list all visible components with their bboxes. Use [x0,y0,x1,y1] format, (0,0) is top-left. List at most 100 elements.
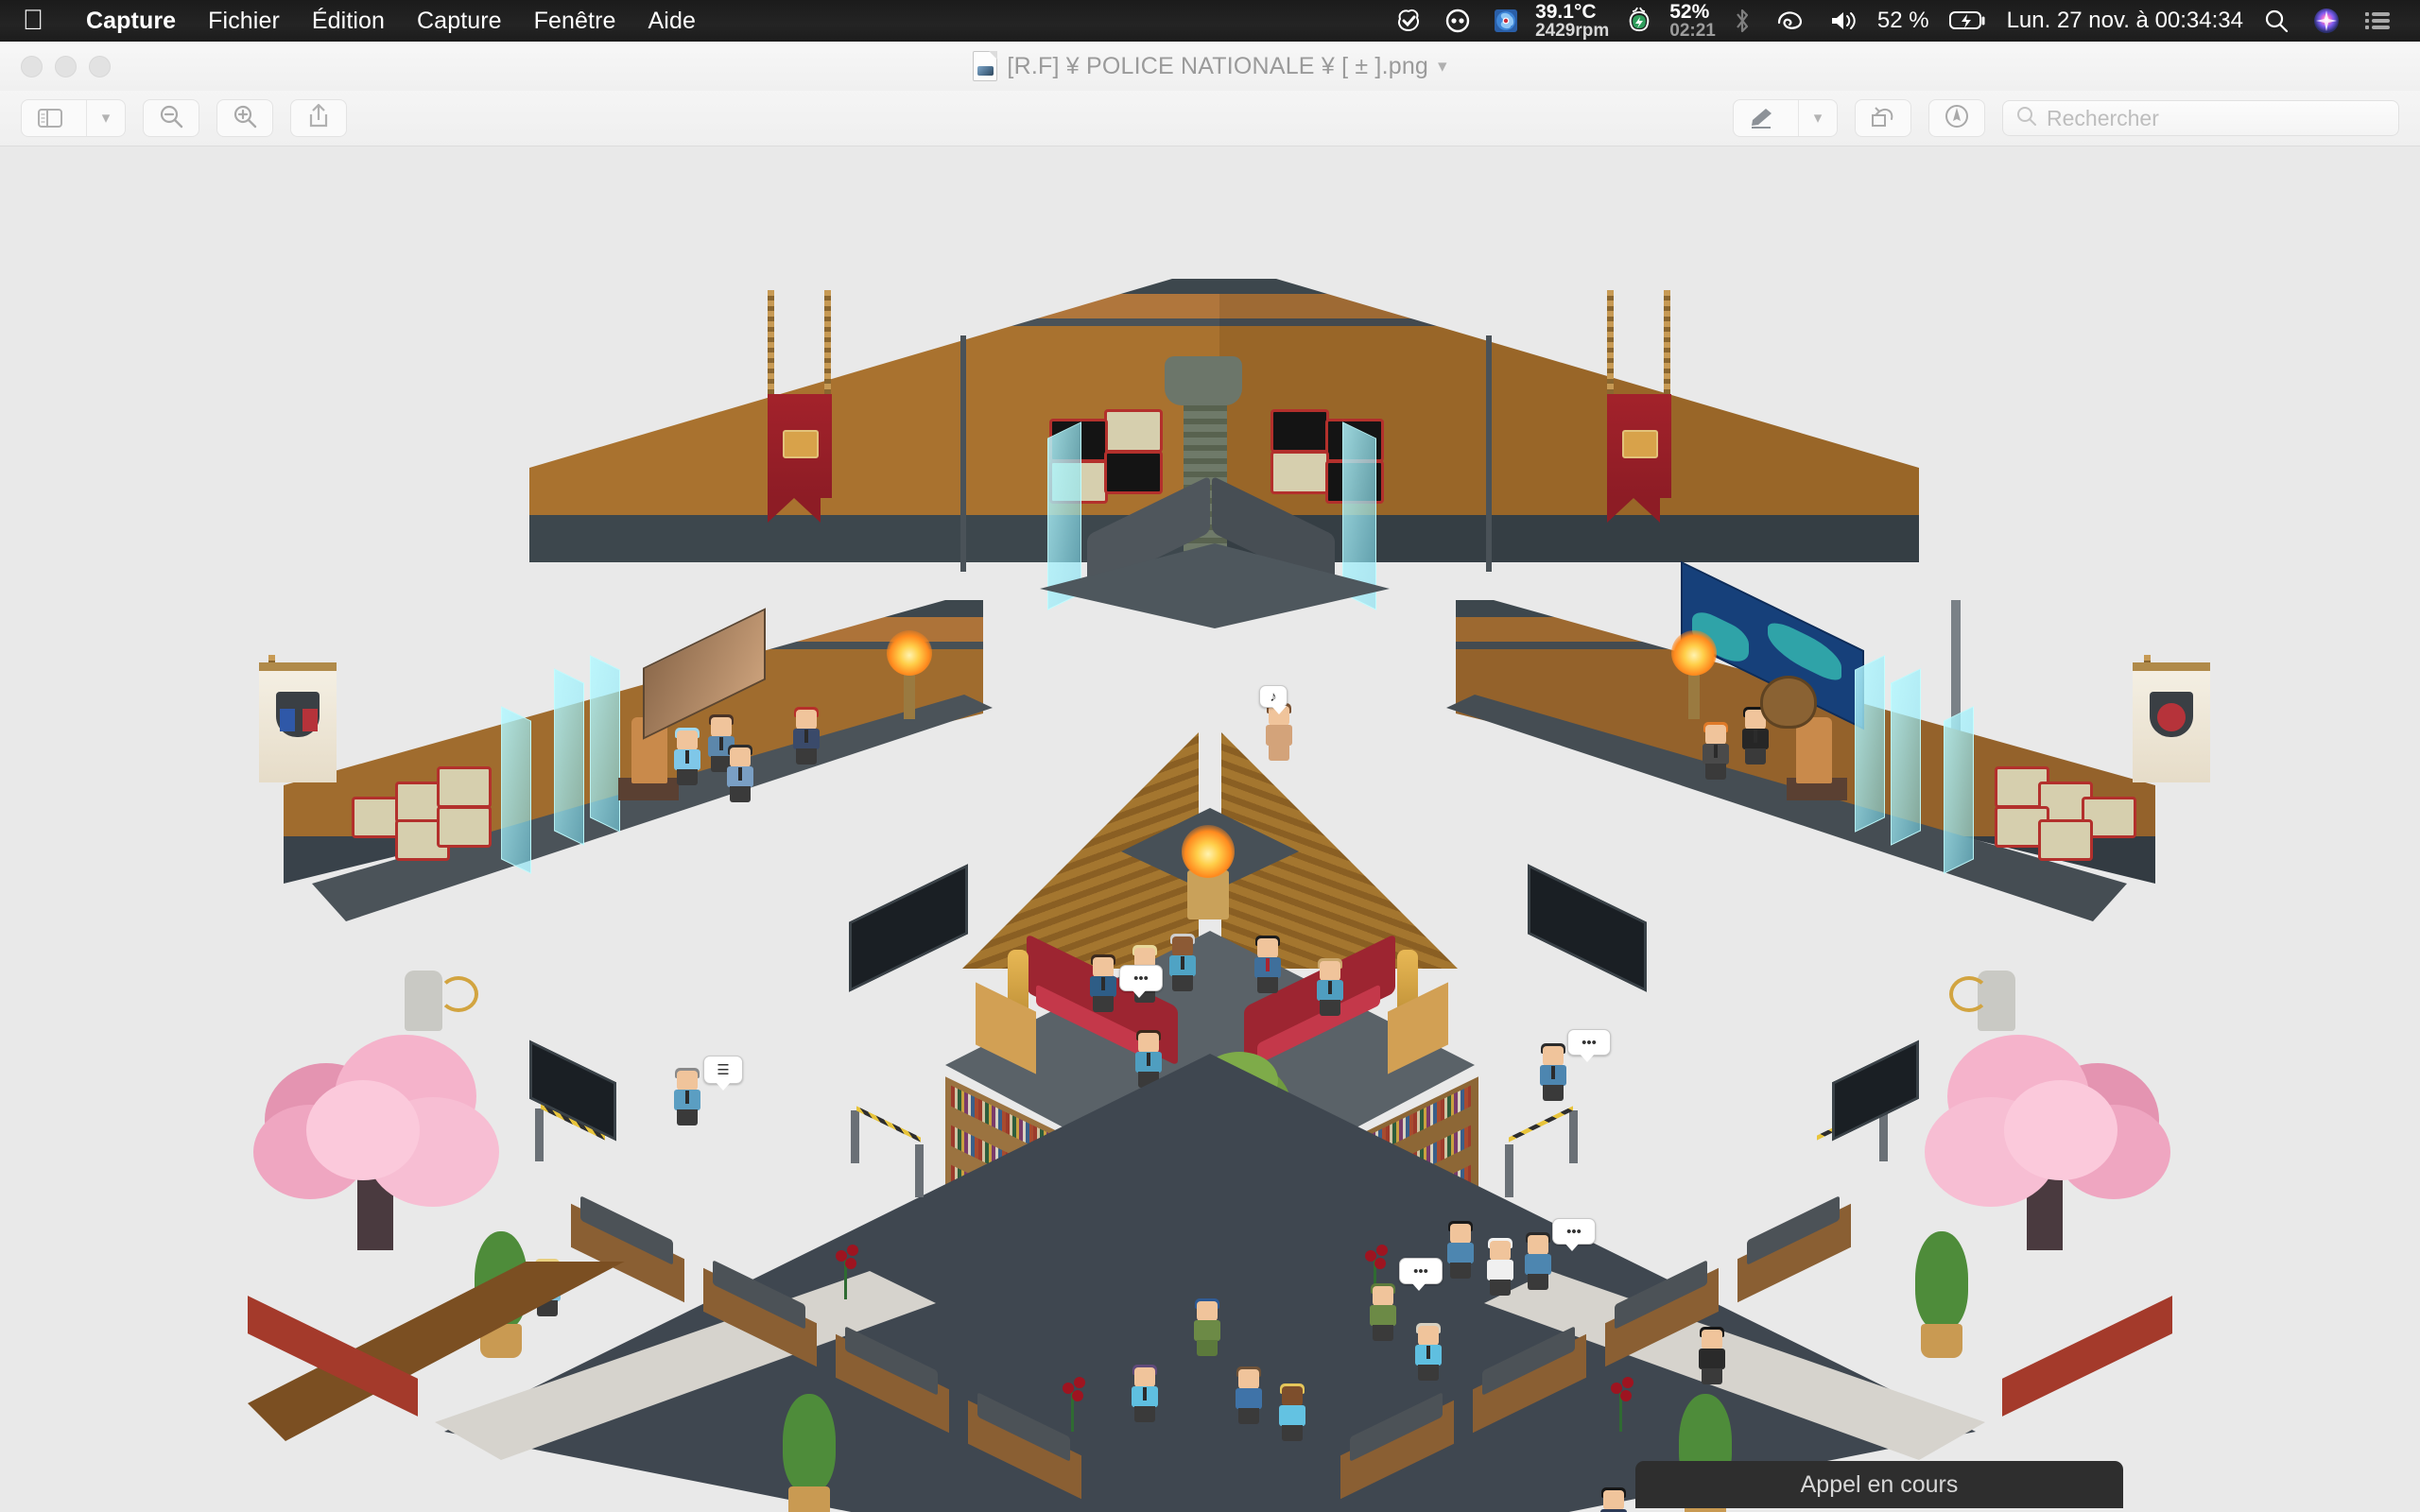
teleport-glass-door[interactable] [554,668,584,846]
fan-speed-icon[interactable] [1482,0,1530,42]
menu-bar-clock[interactable]: Lun. 27 nov. à 00:34:34 [1998,8,2252,34]
avatar[interactable] [1702,722,1730,780]
avatar[interactable] [1235,1366,1263,1424]
avatar[interactable] [1599,1487,1628,1512]
menu-item-fenetre[interactable]: Fenêtre [518,8,632,35]
zoom-out-button[interactable] [143,99,199,137]
zoom-in-button[interactable] [216,99,273,137]
teleport-glass-door[interactable] [501,706,531,874]
avatar[interactable] [726,745,754,802]
bluetooth-icon[interactable] [1721,0,1763,42]
battery-charging-icon[interactable] [1938,0,1998,42]
chat-bubble-typing: ••• [1552,1218,1596,1251]
avatar[interactable] [1253,936,1282,993]
menu-item-edition[interactable]: Édition [296,8,401,35]
avatar[interactable] [1539,1043,1567,1101]
spotlight-search-icon[interactable] [2252,0,2301,42]
window-title-bar: [R.F] ¥ POLICE NATIONALE ¥ [ ± ].png ▾ [0,42,2420,91]
zoom-button[interactable] [89,55,111,77]
rotate-button[interactable] [1855,99,1911,137]
search-field[interactable]: Rechercher [2002,100,2399,136]
avatar[interactable] [1414,1323,1443,1381]
avatar[interactable] [1131,1365,1159,1422]
control-center-list-icon[interactable] [2352,0,2403,42]
wall-frame [437,766,492,808]
rose-bouquet [832,1243,860,1299]
avatar[interactable] [1369,1283,1397,1341]
istat-face-icon[interactable] [1433,0,1482,42]
teleport-glass-door[interactable] [590,655,620,833]
markup-dropdown-chevron-down-icon[interactable]: ▾ [1798,100,1837,136]
teleport-glass-door[interactable] [1891,668,1921,846]
sidebar-toggle-icon[interactable] [22,100,78,136]
gold-statue-east [1796,717,1832,783]
teleport-glass-door[interactable] [1855,655,1885,833]
teleport-glass-door[interactable] [1944,706,1974,874]
barrier-pole [915,1144,924,1197]
sidebar-dropdown-chevron-down-icon[interactable]: ▾ [86,100,125,136]
banner-chain [768,290,774,394]
barrier-pole [851,1110,859,1163]
control-center-icon[interactable] [1763,0,1818,42]
habbo-room-image: ♪ ••• ••• ••• ••• ☰ [0,146,2420,1512]
siri-icon[interactable] [2301,0,2352,42]
volume-icon[interactable] [1818,0,1869,42]
annotate-button[interactable] [1928,99,1985,137]
call-in-progress-toast[interactable]: Appel en cours [1635,1461,2123,1508]
chat-bubble-typing: ••• [1567,1029,1611,1062]
avatar[interactable] [1168,934,1197,991]
preview-window: [R.F] ¥ POLICE NATIONALE ¥ [ ± ].png ▾ ▾ [0,42,2420,1512]
wall-frame [1104,451,1163,494]
menu-item-capture[interactable]: Capture [401,8,518,35]
avatar[interactable] [1278,1383,1306,1441]
toolbar-left-group: ▾ [0,99,347,137]
avatar[interactable] [1089,954,1117,1012]
menu-item-fichier[interactable]: Fichier [192,8,296,35]
flag-pole [960,335,966,572]
preview-toolbar: ▾ ▾ Rechercher [0,91,2420,146]
battery-percent-label[interactable]: 52 % [1869,8,1938,34]
menu-item-capture-app[interactable]: Capture [70,8,192,35]
avatar[interactable] [1446,1221,1475,1279]
macos-menu-bar:  Capture Fichier Édition Capture Fenêtr… [0,0,2420,42]
markup-pen-icon[interactable] [1734,100,1790,136]
avatar[interactable] [1524,1232,1552,1290]
annotate-icon [1944,103,1970,134]
chevron-down-icon[interactable]: ▾ [1438,56,1447,77]
image-viewer-canvas[interactable]: ♪ ••• ••• ••• ••• ☰ [0,146,2420,1512]
close-button[interactable] [21,55,43,77]
banner-crest-blue [280,709,295,731]
battery-readout[interactable]: 52% 02:21 [1664,0,1721,40]
banner-chain [1607,290,1614,394]
avatar[interactable] [1316,958,1344,1016]
topiary-plant [1911,1231,1972,1358]
avatar[interactable] [1193,1298,1221,1356]
cpu-temperature-value: 39.1°C [1535,0,1597,23]
chat-bubble-music: ♪ [1259,685,1288,714]
share-button[interactable] [290,99,347,137]
menu-item-aide[interactable]: Aide [632,8,712,35]
brazier-flame [1182,825,1235,878]
battery-health-icon[interactable] [1615,0,1664,42]
search-input-placeholder[interactable]: Rechercher [2047,106,2159,131]
markup-button[interactable]: ▾ [1733,99,1838,137]
window-title-group: [R.F] ¥ POLICE NATIONALE ¥ [ ± ].png ▾ [0,42,2420,91]
avatar[interactable] [673,1068,701,1125]
wall-frame [437,806,492,848]
banner-crest-red [302,709,318,731]
avatar[interactable] [1698,1327,1726,1384]
avatar[interactable] [1486,1238,1514,1296]
banner-emblem [1622,430,1658,458]
barrier-pole [1505,1144,1513,1197]
sidebar-toggle-button[interactable]: ▾ [21,99,126,137]
apple-logo-icon[interactable]:  [21,7,45,35]
barrier-rope [856,1106,921,1143]
cpu-temp-fan-readout[interactable]: 39.1°C 2429rpm [1530,0,1615,40]
cleaner-check-icon[interactable] [1384,0,1433,42]
avatar[interactable] [673,728,701,785]
search-icon [2016,106,2037,131]
avatar[interactable] [792,707,821,765]
wall-frame [1270,451,1329,494]
minimize-button[interactable] [55,55,77,77]
battery-percent-small: 52% [1669,0,1710,23]
